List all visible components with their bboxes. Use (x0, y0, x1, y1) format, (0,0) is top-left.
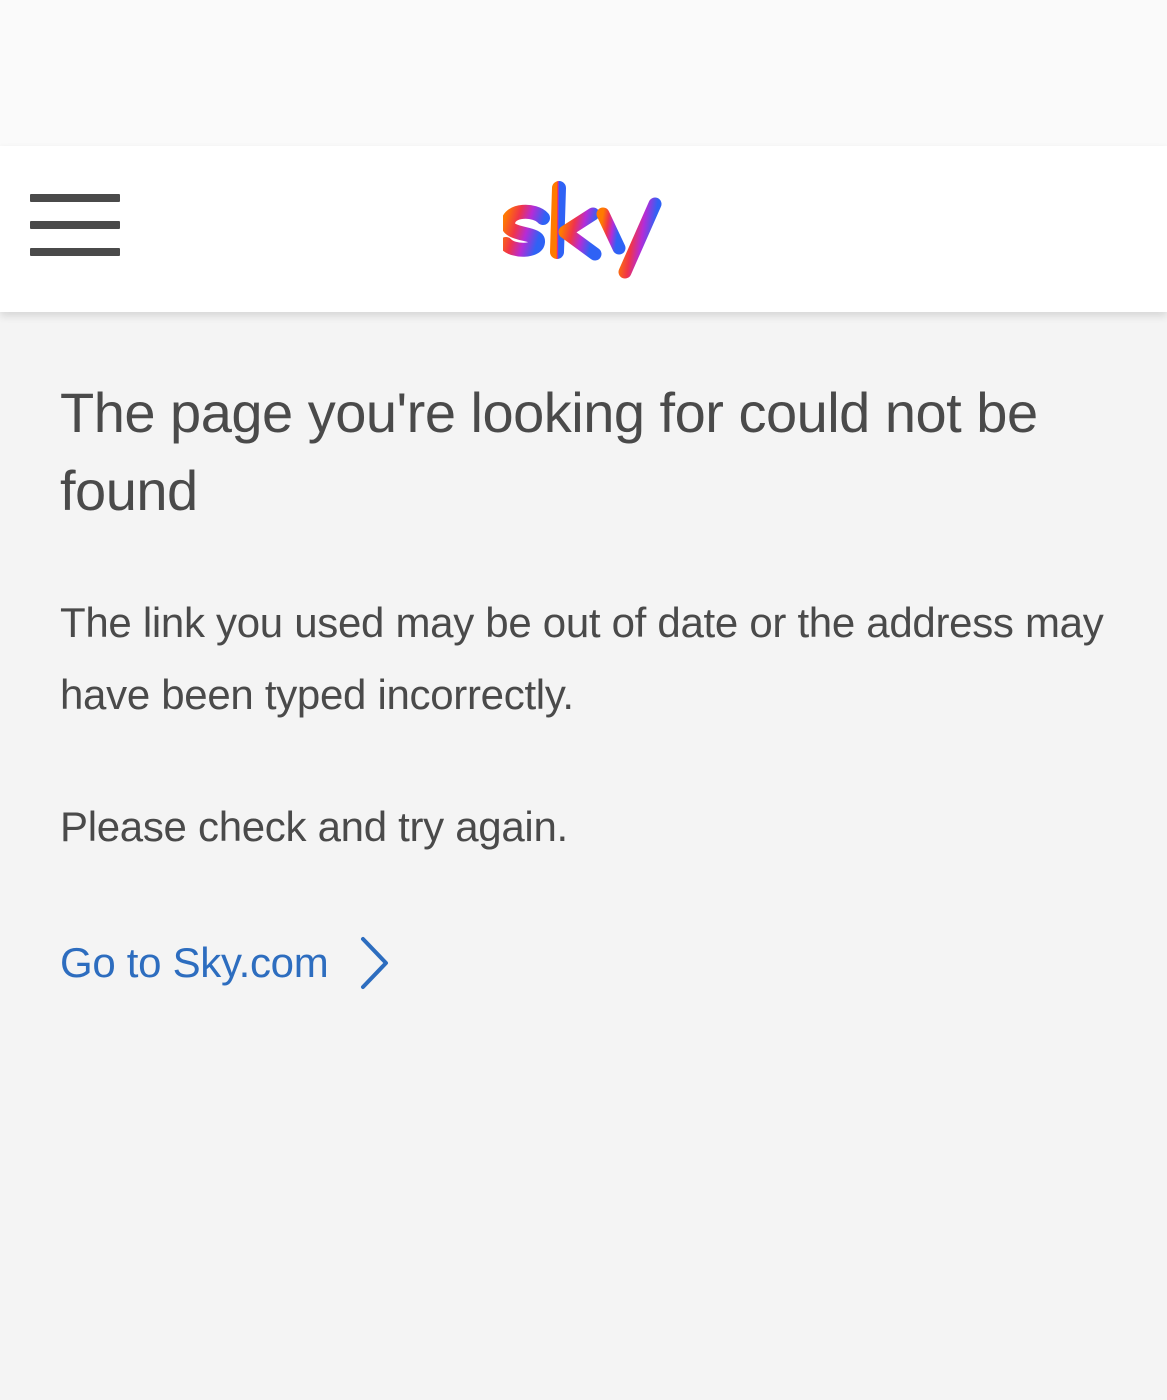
go-to-sky-link-label: Go to Sky.com (60, 939, 329, 986)
hamburger-icon-bar (30, 248, 120, 256)
hamburger-icon-bar (30, 221, 120, 229)
status-area (0, 0, 1167, 146)
sky-logo-icon (503, 181, 662, 279)
site-header (0, 146, 1167, 312)
error-instruction: Please check and try again. (60, 803, 568, 850)
go-to-sky-link[interactable]: Go to Sky.com (60, 927, 392, 999)
chevron-right-icon (361, 937, 389, 989)
hamburger-icon (30, 194, 120, 202)
sky-logo[interactable] (503, 176, 667, 282)
page-title: The page you're looking for could not be… (60, 381, 1038, 522)
error-description: The link you used may be out of date or … (60, 599, 1104, 718)
menu-button[interactable] (28, 192, 122, 258)
